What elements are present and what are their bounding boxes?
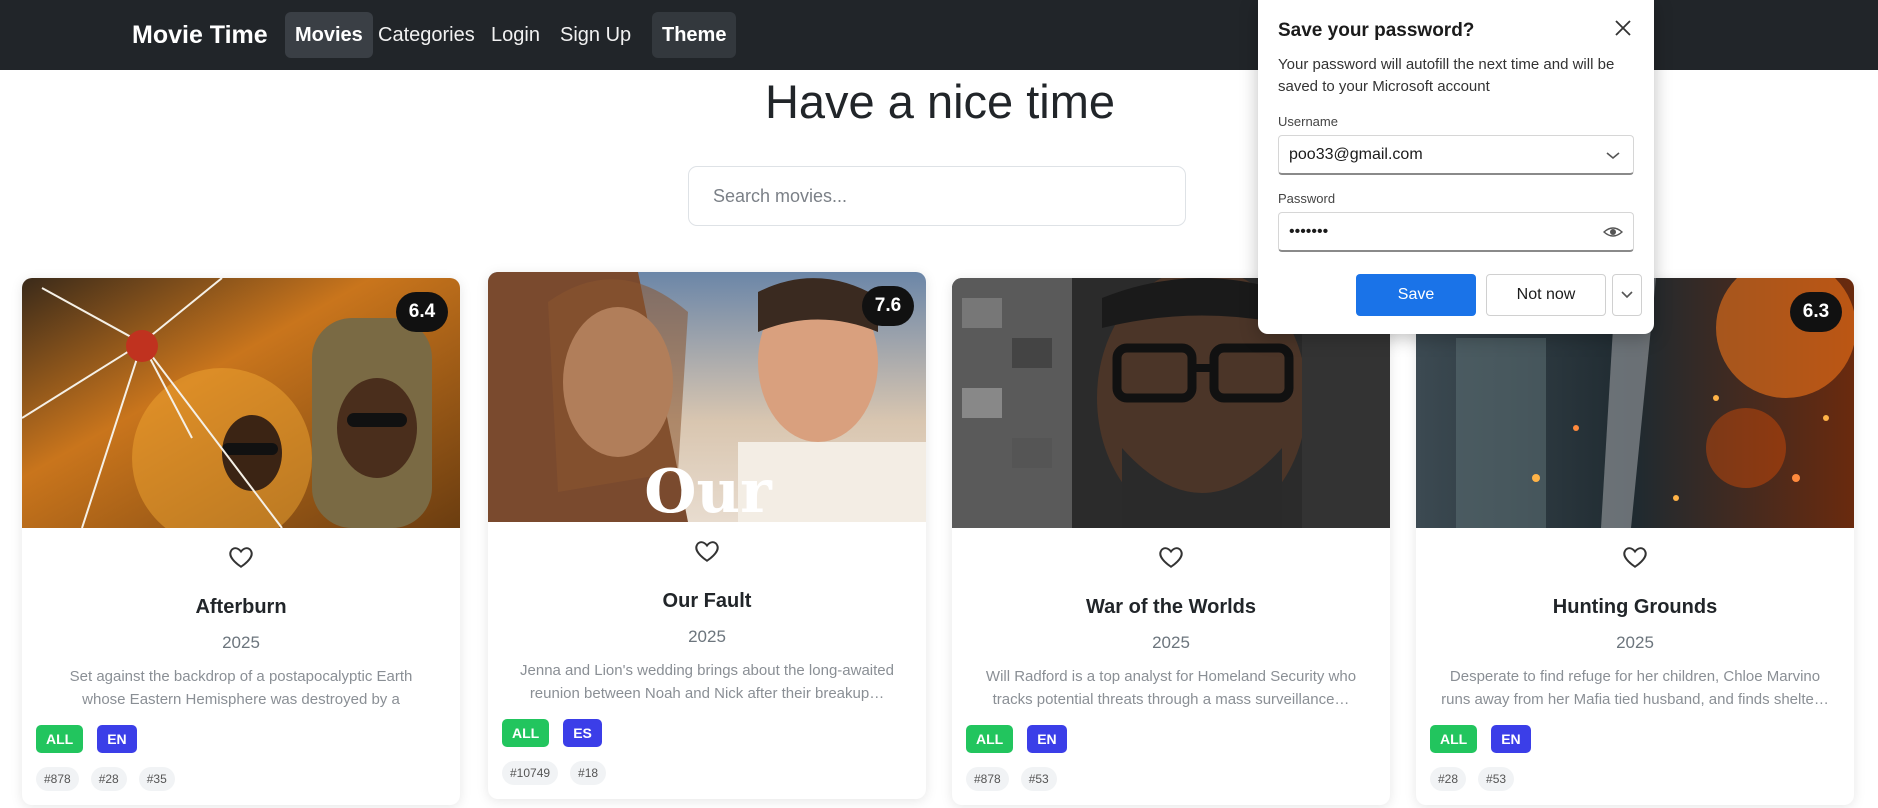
nav-login[interactable]: Login — [481, 12, 550, 58]
movie-year: 2025 — [1152, 633, 1190, 652]
genre-tag[interactable]: #18 — [570, 761, 607, 785]
badge-language: ES — [563, 719, 602, 747]
chevron-down-icon[interactable] — [1603, 146, 1623, 164]
poster-title-text: Our — [644, 457, 773, 522]
search-input[interactable] — [688, 166, 1186, 226]
close-icon — [1615, 19, 1631, 36]
nav-signup[interactable]: Sign Up — [550, 12, 641, 58]
movie-description: Desperate to find refuge for her childre… — [1441, 668, 1829, 708]
heart-icon — [1159, 546, 1183, 568]
dialog-title: Save your password? — [1278, 20, 1475, 41]
brand-logo[interactable]: Movie Time — [132, 21, 268, 50]
badge-language: EN — [97, 725, 137, 753]
username-field[interactable] — [1278, 135, 1634, 175]
genre-tag[interactable]: #10749 — [502, 761, 559, 785]
movie-poster[interactable]: Our 7.6 — [488, 272, 926, 522]
password-input[interactable] — [1279, 213, 1633, 250]
favorite-button[interactable] — [1149, 536, 1193, 580]
movie-description: Set against the backdrop of a postapocal… — [69, 668, 413, 708]
badge-age: ALL — [1430, 725, 1478, 753]
movie-card[interactable]: 6.4 Afterburn 2025 Set against the backd… — [22, 278, 460, 805]
close-button[interactable] — [1610, 16, 1636, 42]
genre-tag[interactable]: #878 — [36, 767, 79, 791]
genre-tag[interactable]: #878 — [966, 767, 1009, 791]
movie-card[interactable]: War of the Worlds 2025 Will Radford is a… — [952, 278, 1390, 805]
save-password-dialog: Save your password? Your password will a… — [1258, 0, 1654, 334]
username-input[interactable] — [1279, 136, 1633, 173]
genre-tag[interactable]: #35 — [138, 767, 175, 791]
rating-badge: 7.6 — [862, 286, 914, 326]
movie-title[interactable]: Our Fault — [488, 590, 926, 613]
page-title: Have a nice time — [764, 75, 1116, 128]
rating-badge: 6.3 — [1790, 292, 1842, 332]
favorite-button[interactable] — [685, 530, 729, 574]
chevron-down-icon — [1621, 290, 1633, 298]
genre-tag[interactable]: #28 — [90, 767, 127, 791]
movie-year: 2025 — [1616, 633, 1654, 652]
username-label: Username — [1278, 114, 1338, 129]
movie-title[interactable]: War of the Worlds — [952, 596, 1390, 619]
poster-image — [22, 278, 460, 528]
heart-icon — [1623, 546, 1647, 568]
not-now-button[interactable]: Not now — [1486, 274, 1606, 316]
movie-year: 2025 — [222, 633, 260, 652]
genre-tag[interactable]: #28 — [1430, 767, 1467, 791]
heart-icon — [695, 540, 719, 562]
badge-age: ALL — [36, 725, 84, 753]
genre-tag[interactable]: #53 — [1020, 767, 1057, 791]
poster-image: Our — [488, 272, 926, 522]
rating-badge: 6.4 — [396, 292, 448, 332]
movie-card[interactable]: 6.3 Hunting Grounds 2025 Desperate to fi… — [1416, 278, 1854, 805]
movie-title[interactable]: Afterburn — [22, 596, 460, 619]
badge-age: ALL — [966, 725, 1014, 753]
badge-age: ALL — [502, 719, 550, 747]
nav-movies[interactable]: Movies — [285, 12, 373, 58]
movie-card[interactable]: Our 7.6 Our Fault 2025 Jenna and Lion's … — [488, 272, 926, 799]
badge-language: EN — [1491, 725, 1531, 753]
movie-title[interactable]: Hunting Grounds — [1416, 596, 1854, 619]
movie-year: 2025 — [688, 627, 726, 646]
theme-button[interactable]: Theme — [652, 12, 737, 58]
heart-icon — [229, 546, 253, 568]
dialog-description: Your password will autofill the next tim… — [1278, 56, 1615, 95]
movie-description: Will Radford is a top analyst for Homela… — [985, 668, 1357, 708]
favorite-button[interactable] — [219, 536, 263, 580]
favorite-button[interactable] — [1613, 536, 1657, 580]
password-field[interactable] — [1278, 212, 1634, 252]
genre-tag[interactable]: #53 — [1478, 767, 1515, 791]
more-options-button[interactable] — [1612, 274, 1642, 316]
movie-poster[interactable]: 6.4 — [22, 278, 460, 528]
nav-categories[interactable]: Categories — [368, 12, 485, 58]
eye-icon[interactable] — [1603, 223, 1623, 241]
password-label: Password — [1278, 191, 1336, 206]
save-button[interactable]: Save — [1356, 274, 1476, 316]
movie-description: Jenna and Lion's wedding brings about th… — [520, 662, 894, 702]
badge-language: EN — [1027, 725, 1067, 753]
